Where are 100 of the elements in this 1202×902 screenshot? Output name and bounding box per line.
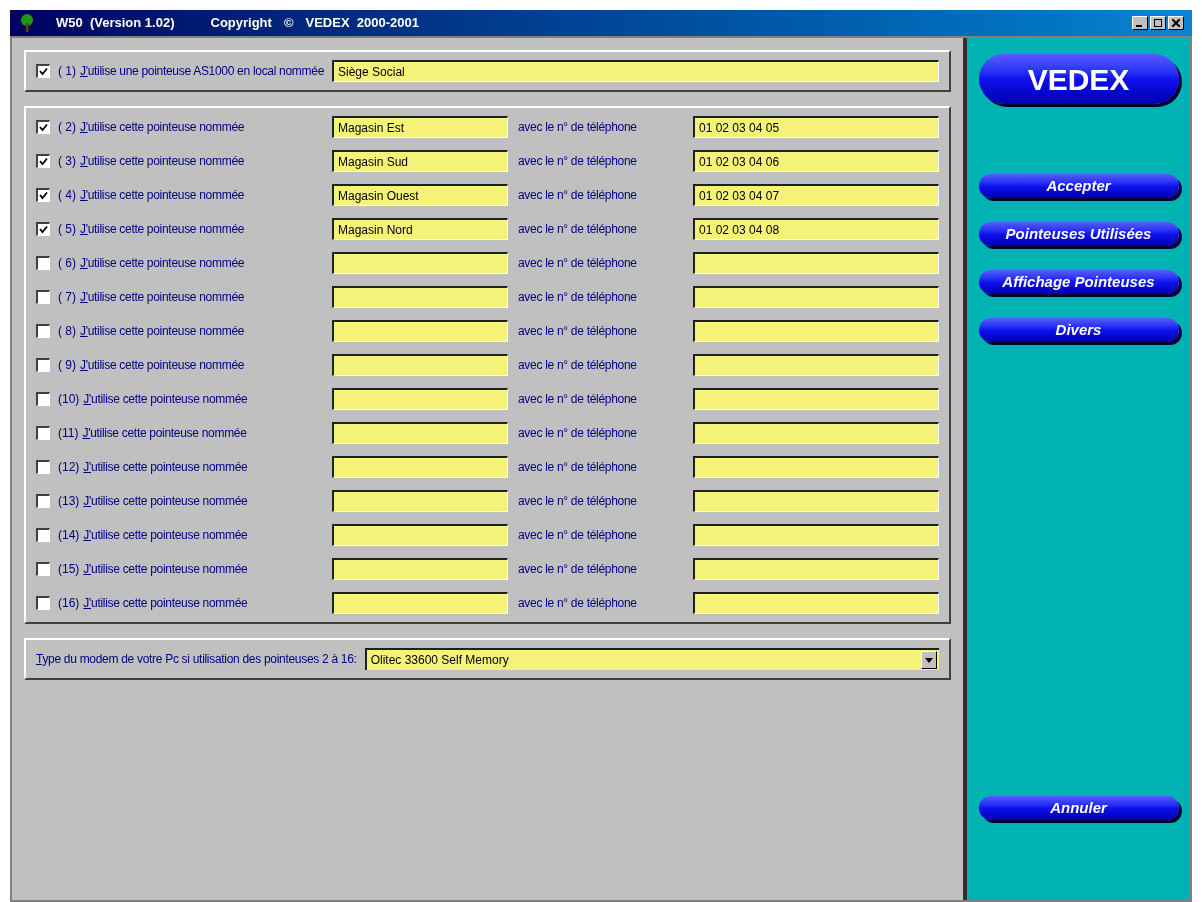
input-field[interactable]: 01 02 03 04 08 [693,218,939,240]
row-number: ( 8) [58,323,76,340]
input-field[interactable]: 01 02 03 04 07 [693,184,939,206]
row-number: ( 1) [58,63,76,80]
row-label: J'utilise cette pointeuse nommée [80,357,245,374]
row-number: (13) [58,493,80,510]
checkbox[interactable] [36,392,50,406]
row-label: J'utilise cette pointeuse nommée [80,153,245,170]
checkbox[interactable] [36,154,50,168]
input-field[interactable] [332,286,508,308]
phone-label: avec le n° de téléphone [518,357,638,374]
checkbox[interactable] [36,324,50,338]
phone-label: avec le n° de téléphone [518,425,638,442]
row-label: J'utilise cette pointeuse nommée [83,459,248,476]
input-field[interactable] [332,592,508,614]
checkmark-icon [39,191,48,200]
input-field[interactable] [693,558,939,580]
row-number: ( 2) [58,119,76,136]
checkbox[interactable] [36,290,50,304]
dropdown-button[interactable] [921,651,937,669]
input-field[interactable] [693,320,939,342]
checkmark-icon [39,67,48,76]
phone-label: avec le n° de téléphone [518,323,638,340]
checkmark-icon [39,225,48,234]
checkbox[interactable] [36,562,50,576]
input-field[interactable] [332,252,508,274]
checkbox[interactable] [36,528,50,542]
window-title: W50 (Version 1.02) [56,14,175,33]
checkbox[interactable] [36,358,50,372]
window-title: Copyright [210,14,272,33]
input-field[interactable] [693,422,939,444]
input-field[interactable]: Magasin Est [332,116,508,138]
phone-label: avec le n° de téléphone [518,255,638,272]
row-number: (10) [58,391,80,408]
phone-label: avec le n° de téléphone [518,459,638,476]
row-label: J'utilise cette pointeuse nommée [80,255,245,272]
input-field[interactable] [693,592,939,614]
input-field[interactable] [693,456,939,478]
phone-label: avec le n° de téléphone [518,119,638,136]
row-label: J'utilise cette pointeuse nommée [80,323,245,340]
phone-label: avec le n° de téléphone [518,391,638,408]
checkbox[interactable] [36,460,50,474]
input-field[interactable] [693,524,939,546]
row-label: J'utilise cette pointeuse nommée [80,119,245,136]
row-number: (12) [58,459,80,476]
input-field[interactable] [693,252,939,274]
input-field[interactable] [693,354,939,376]
tree-icon [18,14,36,32]
row-number: ( 6) [58,255,76,272]
modem-dropdown[interactable]: Olitec 33600 Self Memory [364,648,939,670]
row-number: ( 9) [58,357,76,374]
row-label: J'utilise cette pointeuse nommée [83,561,248,578]
input-field[interactable] [693,286,939,308]
row-label: J'utilise cette pointeuse nommée [82,425,247,442]
close-button[interactable] [1168,16,1184,30]
input-field[interactable]: Magasin Ouest [332,184,508,206]
input-field[interactable]: Magasin Nord [332,218,508,240]
row-label: J'utilise cette pointeuse nommée [83,527,248,544]
modem-label: Type du modem de votre Pc si utilisation des pointeuses 2 à 16: [36,651,357,668]
input-field[interactable]: Siège Social [332,60,939,82]
checkbox[interactable] [36,596,50,610]
sidebar-button[interactable]: Accepter [978,174,1179,198]
input-field[interactable] [693,490,939,512]
phone-label: avec le n° de téléphone [518,595,638,612]
sidebar-button[interactable]: Divers [978,318,1179,342]
logo-button[interactable]: VEDEX [978,54,1179,104]
checkbox[interactable] [36,494,50,508]
input-field[interactable]: 01 02 03 04 05 [693,116,939,138]
input-field[interactable] [332,320,508,342]
row-label: J'utilise cette pointeuse nommée [80,221,245,238]
checkbox[interactable] [36,426,50,440]
phone-label: avec le n° de téléphone [518,561,638,578]
input-field[interactable]: 01 02 03 04 06 [693,150,939,172]
checkbox[interactable] [36,64,50,78]
input-field[interactable] [332,456,508,478]
checkbox[interactable] [36,120,50,134]
minimize-button[interactable] [1132,16,1148,30]
input-field[interactable] [693,388,939,410]
row-number: (11) [58,425,79,442]
input-field[interactable] [332,558,508,580]
input-field[interactable] [332,422,508,444]
input-field[interactable] [332,388,508,410]
sidebar-button[interactable]: Pointeuses Utilisées [978,222,1179,246]
sidebar-button[interactable]: Annuler [978,796,1179,820]
checkbox[interactable] [36,222,50,236]
sidebar-button[interactable]: Affichage Pointeuses [978,270,1179,294]
row-label: J'utilise cette pointeuse nommée [83,391,248,408]
input-field[interactable]: Magasin Sud [332,150,508,172]
checkmark-icon [39,123,48,132]
input-field[interactable] [332,524,508,546]
maximize-button[interactable] [1150,16,1166,30]
input-field[interactable] [332,354,508,376]
phone-label: avec le n° de téléphone [518,527,638,544]
row-number: ( 3) [58,153,76,170]
phone-label: avec le n° de téléphone [518,493,638,510]
checkbox[interactable] [36,256,50,270]
checkbox[interactable] [36,188,50,202]
input-field[interactable] [332,490,508,512]
phone-label: avec le n° de téléphone [518,289,638,306]
row-number: (14) [58,527,80,544]
